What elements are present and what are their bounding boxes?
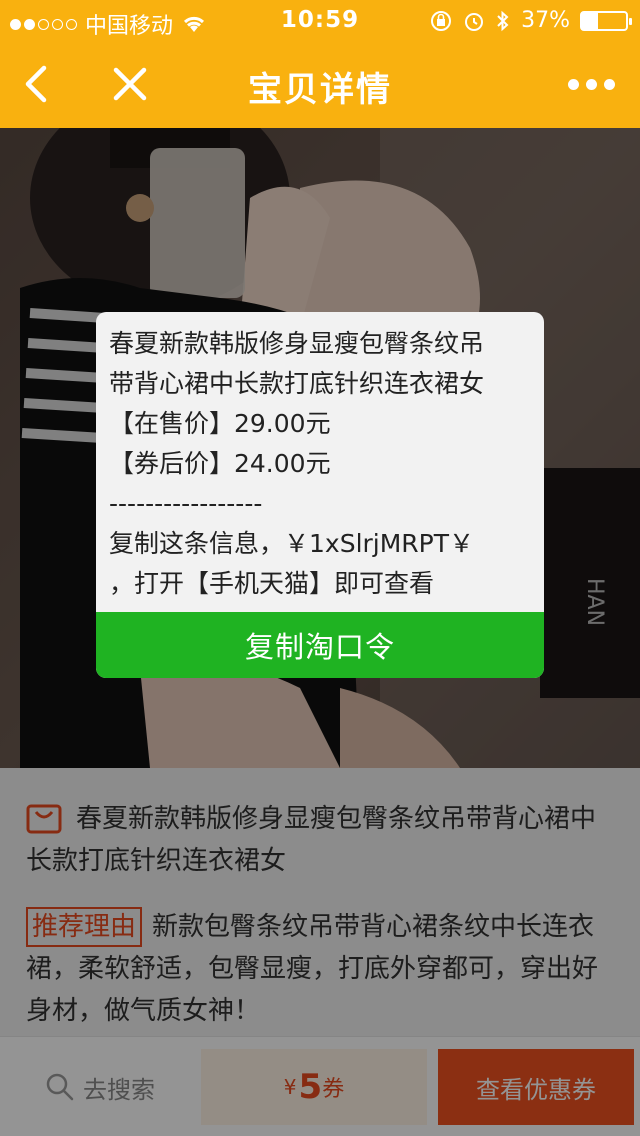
popup-line: 【在售价】29.00元 [109,409,331,438]
nav-bar: 宝贝详情 [0,40,640,128]
battery-level-fill [582,12,599,29]
popup-line: ----------------- [109,489,263,518]
bluetooth-icon [497,10,509,31]
page-title: 宝贝详情 [248,70,392,110]
copy-password-button[interactable]: 复制淘口令 [96,612,544,678]
popup-line: 带背心裙中长款打底针织连衣裙女 [109,369,485,398]
alarm-icon [465,12,484,31]
popup-message: 春夏新款韩版修身显瘦包臀条纹吊 带背心裙中长款打底针织连衣裙女 【在售价】29.… [109,324,539,604]
popup-line: ，打开【手机天猫】即可查看 [109,569,435,598]
battery-percent: 37% [521,8,570,33]
popup-line: 复制这条信息，￥1xSlrjMRPT￥ [109,529,475,558]
rotation-lock-icon [431,10,452,31]
popup-line: 【券后价】24.00元 [109,449,331,478]
tao-password-popup: 春夏新款韩版修身显瘦包臀条纹吊 带背心裙中长款打底针织连衣裙女 【在售价】29.… [96,312,544,678]
status-bar: 中国移动 10:59 37% [0,0,640,40]
battery-icon [580,10,632,31]
status-right: 37% [429,8,632,33]
more-icon[interactable] [568,70,618,98]
popup-line: 春夏新款韩版修身显瘦包臀条纹吊 [109,329,485,358]
